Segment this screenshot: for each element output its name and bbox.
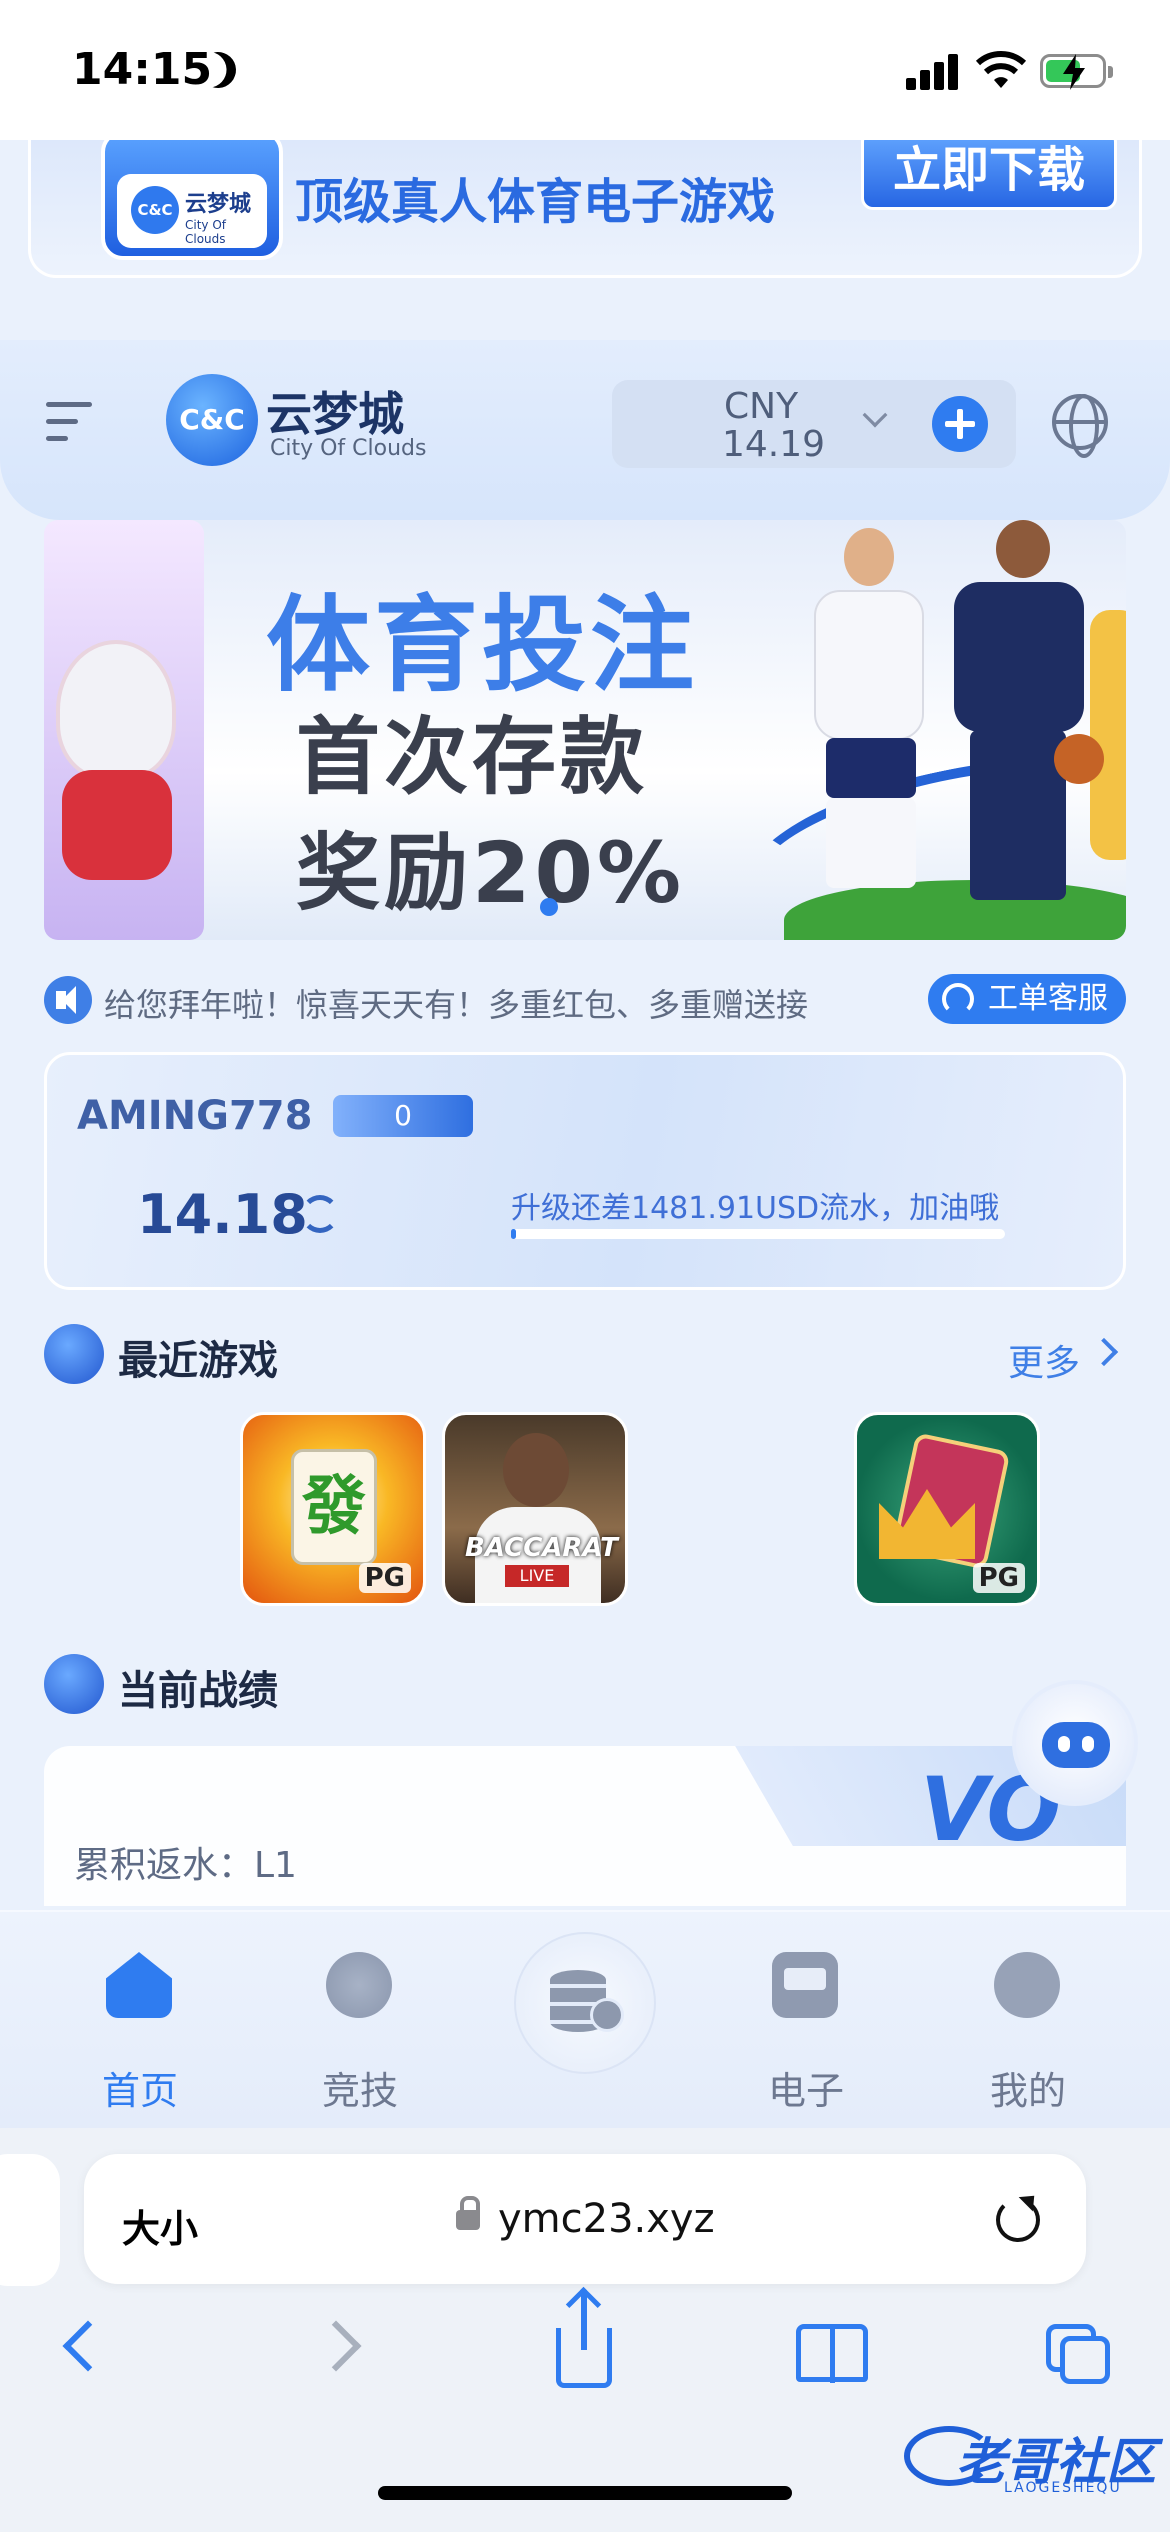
brand-logo[interactable]: C&C 云梦城 City Of Clouds — [166, 370, 436, 470]
account-card: AMING778 0 14.18 升级还差1481.91USD流水，加油哦 — [44, 1052, 1126, 1290]
section-title: 最近游戏 — [118, 1338, 278, 1384]
bottom-tab-bar: 首页 竞技 电子 我的 — [0, 1910, 1170, 2128]
bookmarks-icon[interactable] — [796, 2324, 868, 2383]
back-icon[interactable] — [62, 2320, 114, 2372]
currency-label: CNY — [724, 386, 799, 427]
announcement-marquee: 给您拜年啦！惊喜天天有！多重红包、多重赠送接 工单客服 — [44, 970, 1126, 1030]
promo-line: 奖励20% — [296, 824, 686, 922]
download-banner[interactable]: C&C 云梦城 City Of Clouds 顶级真人体育电子游戏 立即下载 — [28, 140, 1142, 278]
logo-name: 云梦城 — [185, 192, 252, 217]
signal-icon — [906, 52, 960, 90]
vip-level-badge: 0 — [333, 1095, 473, 1137]
service-label: 工单客服 — [988, 981, 1108, 1016]
reload-icon[interactable] — [996, 2198, 1040, 2242]
chevron-down-icon[interactable] — [862, 402, 888, 428]
promo-title: 体育投注 — [266, 584, 699, 706]
promo-line: 首次存款 — [296, 708, 649, 806]
battery-icon — [1040, 54, 1113, 90]
marquee-text[interactable]: 给您拜年啦！惊喜天天有！多重红包、多重赠送接 — [104, 980, 974, 1026]
logo-mark: C&C — [166, 374, 258, 466]
promo-carousel[interactable]: 体育投注 首次存款 奖励20% — [44, 520, 1126, 940]
logo-en: City Of Clouds — [185, 218, 227, 246]
game-caption: BACCARAT — [465, 1533, 618, 1563]
logo-en: City Of Clouds — [270, 436, 427, 461]
more-link[interactable]: 更多 — [1008, 1334, 1080, 1386]
refresh-icon[interactable] — [301, 1195, 339, 1233]
previous-tab-edge[interactable] — [0, 2154, 60, 2286]
rebate-label: 累积返水：L1 — [74, 1845, 297, 1886]
home-icon — [106, 1952, 172, 2018]
slot-machine-icon — [772, 1952, 838, 2018]
upgrade-progress-bar — [511, 1229, 1005, 1239]
section-title: 当前战绩 — [118, 1668, 278, 1714]
provider-badge: PG — [972, 1563, 1025, 1593]
chevron-right-icon[interactable] — [1089, 1337, 1119, 1367]
username: AMING778 — [77, 1093, 313, 1139]
status-bar: 14:15 — [0, 0, 1170, 140]
user-icon — [994, 1952, 1060, 2018]
status-time: 14:15 — [72, 44, 213, 95]
tab-profile[interactable]: 我的 — [948, 1942, 1108, 2113]
robot-assistant-icon[interactable] — [1012, 1680, 1138, 1806]
customer-service-button[interactable]: 工单客服 — [928, 974, 1126, 1024]
forward-icon[interactable] — [310, 2320, 362, 2372]
browser-toolbar: 大小 ymc23.xyz 老哥社区 LAOGESHEQU — [0, 2128, 1170, 2532]
tab-slots[interactable]: 电子 — [726, 1942, 886, 2113]
trophy-icon — [44, 1654, 104, 1714]
address-bar[interactable]: 大小 ymc23.xyz — [84, 2154, 1086, 2284]
balance-selector[interactable]: CNY 14.19 — [612, 380, 1016, 468]
tab-label: 首页 — [101, 2069, 178, 2113]
live-badge: LIVE — [505, 1565, 569, 1587]
home-indicator — [378, 2486, 792, 2500]
game-tile[interactable]: 發 PG — [240, 1412, 426, 1606]
stats-card: VO 累积返水：L1 — [44, 1746, 1126, 1906]
watermark-logo: 老哥社区 LAOGESHEQU — [904, 2422, 1160, 2496]
tabs-icon[interactable] — [1046, 2324, 1112, 2386]
app-header: C&C 云梦城 City Of Clouds CNY 14.19 — [0, 340, 1170, 520]
logo-name: 云梦城 — [266, 387, 404, 441]
download-tagline: 顶级真人体育电子游戏 — [295, 174, 776, 230]
app-logo: C&C 云梦城 City Of Clouds — [101, 140, 283, 260]
tab-label: 我的 — [989, 2069, 1066, 2113]
deposit-plus-button[interactable] — [932, 396, 988, 452]
soccer-ball-icon — [326, 1952, 392, 2018]
tab-home[interactable]: 首页 — [60, 1942, 220, 2113]
headset-icon — [942, 983, 974, 1015]
prev-slide[interactable] — [44, 520, 204, 940]
text-size-button[interactable]: 大小 — [122, 2198, 198, 2253]
provider-badge: PG — [358, 1563, 411, 1593]
logo-mark: C&C — [131, 186, 179, 234]
menu-icon[interactable] — [46, 402, 92, 442]
header-balance: 14.19 — [722, 424, 826, 465]
share-icon[interactable] — [556, 2294, 612, 2388]
account-balance: 14.18 — [137, 1183, 308, 1246]
url-text[interactable]: ymc23.xyz — [498, 2196, 715, 2242]
tab-sports[interactable]: 竞技 — [280, 1942, 440, 2113]
tab-label: 竞技 — [321, 2069, 398, 2113]
mahjong-tile: 發 — [291, 1449, 377, 1565]
game-tile[interactable]: PG — [854, 1412, 1040, 1606]
carousel-indicator[interactable] — [540, 898, 558, 916]
upgrade-hint: 升级还差1481.91USD流水，加油哦 — [511, 1191, 1000, 1226]
lock-icon — [456, 2196, 480, 2230]
game-tile[interactable]: BACCARAT LIVE — [442, 1412, 628, 1606]
game-controller-icon — [44, 1324, 104, 1384]
download-button[interactable]: 立即下载 — [861, 140, 1117, 210]
globe-icon[interactable] — [1052, 394, 1108, 458]
watermark-sub: LAOGESHEQU — [1004, 2480, 1122, 2496]
tab-label: 电子 — [767, 2069, 844, 2113]
wifi-icon — [976, 51, 1026, 88]
tab-wallet[interactable] — [514, 1932, 656, 2074]
speaker-icon — [44, 976, 92, 1024]
